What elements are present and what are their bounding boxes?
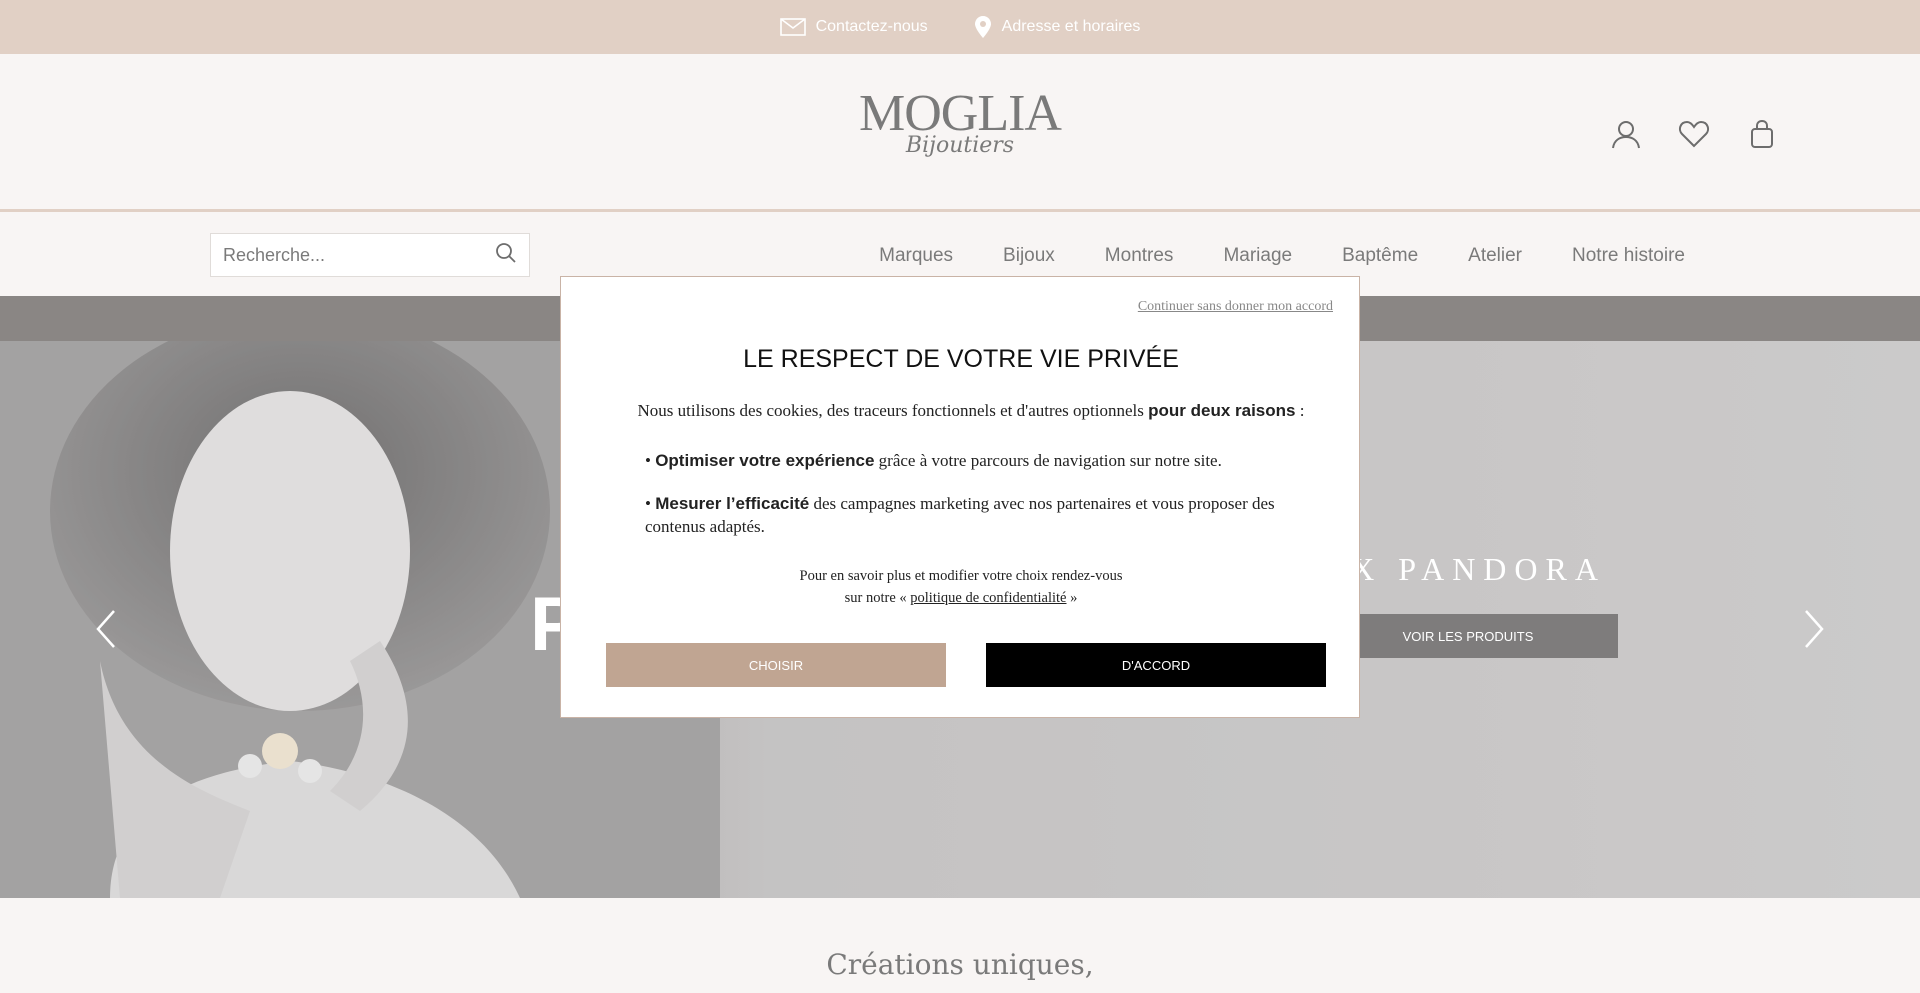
choose-button[interactable]: CHOISIR <box>606 643 946 687</box>
privacy-note: Pour en savoir plus et modifier votre ch… <box>561 565 1361 609</box>
modal-intro: Nous utilisons des cookies, des traceurs… <box>621 401 1321 421</box>
bullet-optimise: • Optimiser votre expérience grâce à vot… <box>645 451 1222 470</box>
privacy-note-pre: sur notre « <box>844 590 911 606</box>
agree-button[interactable]: D'ACCORD <box>986 643 1326 687</box>
cookie-consent-modal: Continuer sans donner mon accord LE RESP… <box>560 276 1360 718</box>
bullet1-bold: Optimiser votre expérience <box>655 451 875 470</box>
modal-title: LE RESPECT DE VOTRE VIE PRIVÉE <box>743 345 1179 373</box>
bullet2-bold: Mesurer l’efficacité <box>655 494 810 513</box>
intro-text: Nous utilisons des cookies, des traceurs… <box>637 401 1144 420</box>
intro-bold: pour deux raisons <box>1148 401 1296 420</box>
privacy-note-post: » <box>1066 590 1078 606</box>
bullet-measure: • Mesurer l’efficacité des campagnes mar… <box>645 494 1275 536</box>
privacy-policy-link[interactable]: politique de confidentialité <box>910 590 1066 606</box>
privacy-note-line1: Pour en savoir plus et modifier votre ch… <box>799 568 1123 584</box>
intro-end: : <box>1295 401 1305 420</box>
continue-without-consent-link[interactable]: Continuer sans donner mon accord <box>1138 299 1333 315</box>
bullet1-text: grâce à votre parcours de navigation sur… <box>874 451 1222 470</box>
privacy-note-line2: sur notre « politique de confidentialité… <box>561 587 1361 609</box>
